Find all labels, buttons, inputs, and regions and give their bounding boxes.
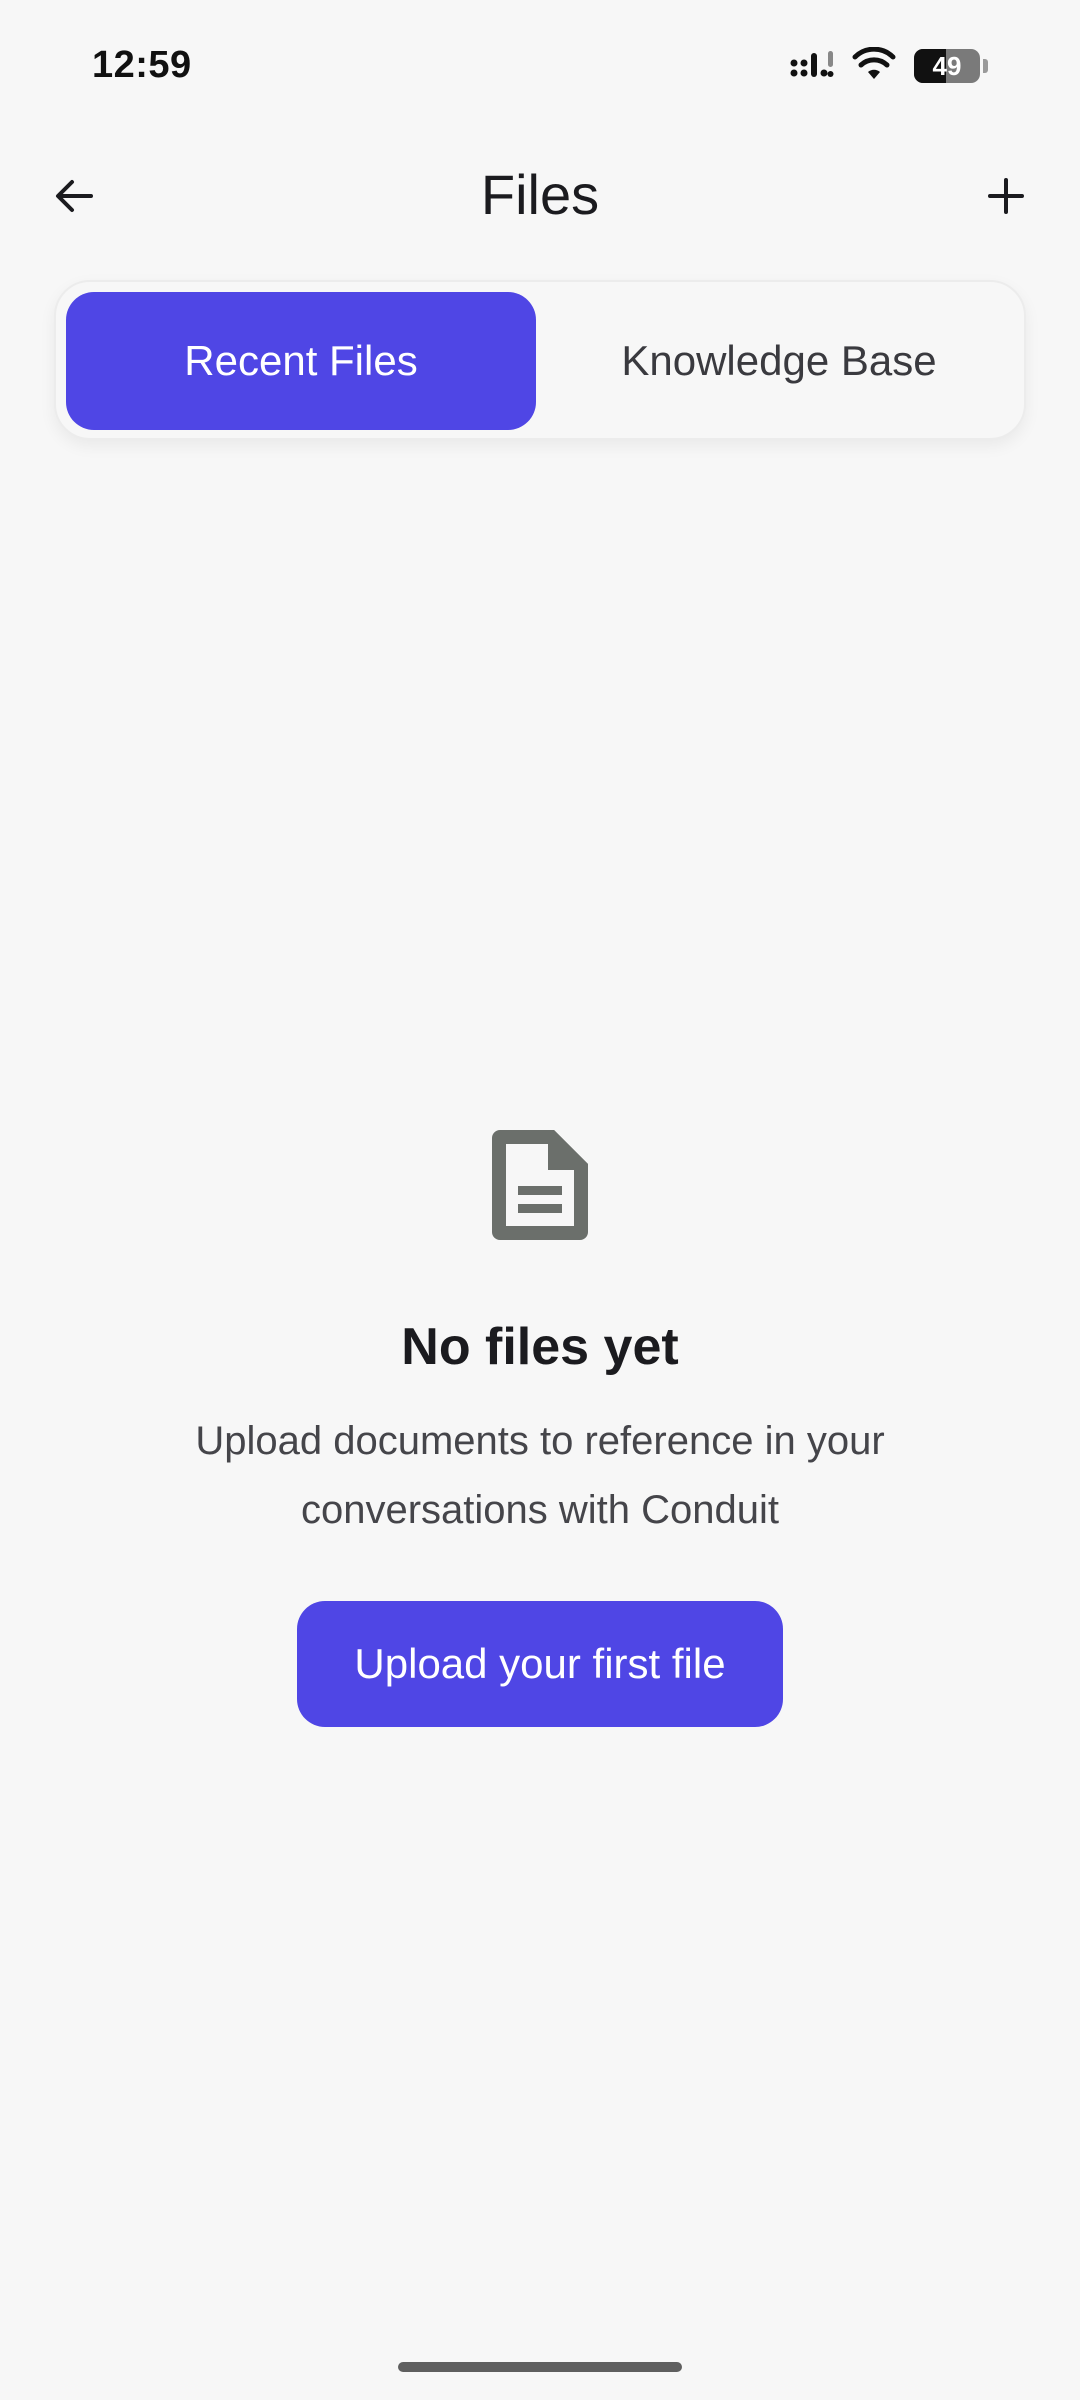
wifi-icon	[852, 46, 896, 86]
app-bar: Files	[0, 150, 1080, 240]
signal-icon	[790, 49, 834, 84]
battery-cap	[983, 59, 988, 73]
empty-state-subtitle: Upload documents to reference in your co…	[195, 1419, 885, 1532]
battery-icon: 49	[914, 49, 980, 83]
tab-knowledge-base[interactable]: Knowledge Base	[544, 292, 1014, 430]
status-bar: 12:59 49	[0, 0, 1080, 130]
home-indicator[interactable]	[398, 2362, 682, 2372]
add-button[interactable]	[976, 168, 1036, 228]
page-title: Files	[480, 163, 600, 226]
status-time: 12:59	[92, 44, 192, 86]
document-icon	[492, 1130, 588, 1245]
empty-state: No files yet Upload documents to referen…	[0, 1130, 1080, 1727]
plus-icon	[986, 176, 1026, 221]
empty-state-title: No files yet	[401, 1318, 679, 1376]
status-icons: 49	[790, 46, 988, 86]
files-screen: 12:59 49 Files Recent Files Knowledge Ba…	[0, 0, 1080, 2400]
battery-level: 49	[932, 50, 962, 81]
upload-first-file-button[interactable]: Upload your first file	[297, 1601, 783, 1727]
tab-switcher: Recent Files Knowledge Base	[54, 280, 1026, 440]
tab-recent-files[interactable]: Recent Files	[66, 292, 536, 430]
